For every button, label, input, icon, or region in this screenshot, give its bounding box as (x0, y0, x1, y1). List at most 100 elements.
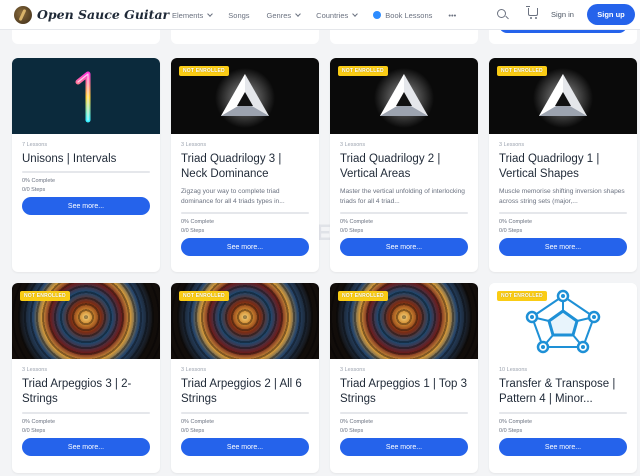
lesson-count: 10 Lessons (499, 367, 528, 373)
chevron-down-icon (352, 11, 359, 17)
progress-percent: 0% Complete (181, 419, 215, 425)
sign-up-button[interactable]: Sign up (587, 4, 635, 25)
course-thumbnail: NOT ENROLLED (489, 283, 637, 359)
lesson-count: 3 Lessons (181, 367, 207, 373)
progress-steps: 0/0 Steps (22, 428, 46, 434)
nav-elements-label: Elements (172, 10, 204, 20)
progress-percent: 0% Complete (499, 219, 533, 225)
course-thumbnail: NOT ENROLLED (330, 58, 478, 134)
chevron-down-icon (207, 11, 214, 17)
nav-elements[interactable]: Elements (172, 10, 214, 20)
course-thumbnail: NOT ENROLLED (489, 58, 637, 134)
previous-row-card (171, 30, 319, 44)
zoom-icon (373, 11, 382, 19)
progress-percent: 0% Complete (340, 419, 374, 425)
progress-percent: 0% Complete (22, 178, 56, 184)
nav-countries[interactable]: Countries (316, 10, 359, 20)
status-badge: NOT ENROLLED (179, 66, 229, 76)
neon-number-icon (75, 71, 91, 123)
nav-links: Elements Songs Genres Countries Book Les… (172, 0, 456, 30)
course-description: Master the vertical unfolding of interlo… (340, 188, 465, 205)
course-thumbnail: NOT ENROLLED (330, 283, 478, 359)
course-title[interactable]: Triad Arpeggios 1 | Top 3 Strings (340, 377, 468, 407)
course-title[interactable]: Unisons | Intervals (22, 152, 150, 166)
progress-percent: 0% Complete (340, 219, 374, 225)
progress-bar (22, 171, 150, 173)
course-card[interactable]: NOT ENROLLED 10 Lessons Transfer & Trans… (489, 283, 637, 473)
see-more-button[interactable]: See more... (340, 438, 468, 456)
course-description: Zigzag your way to complete triad domina… (181, 188, 285, 205)
course-card[interactable]: NOT ENROLLED 3 Lessons Triad Arpeggios 1… (330, 283, 478, 473)
see-more-button[interactable]: See more... (181, 438, 309, 456)
progress-steps: 0/0 Steps (340, 228, 364, 234)
lesson-count: 3 Lessons (499, 142, 525, 148)
progress-bar (499, 212, 627, 214)
progress-percent: 0% Complete (499, 419, 533, 425)
progress-bar (499, 412, 627, 414)
status-badge: NOT ENROLLED (338, 291, 388, 301)
chevron-down-icon (295, 11, 301, 17)
see-more-button[interactable]: See more... (499, 238, 627, 256)
nav-genres-label: Genres (266, 10, 292, 20)
course-description: Muscle memorise shifting inversion shape… (499, 188, 625, 205)
course-card[interactable]: NOT ENROLLED 3 Lessons Triad Quadrilogy … (171, 58, 319, 272)
progress-bar (340, 212, 468, 214)
nav-countries-label: Countries (316, 10, 349, 20)
see-more-button[interactable]: See more... (340, 238, 468, 256)
course-card[interactable]: NOT ENROLLED 3 Lessons Triad Quadrilogy … (489, 58, 637, 272)
course-card[interactable]: NOT ENROLLED 3 Lessons Triad Arpeggios 2… (171, 283, 319, 473)
search-icon[interactable] (497, 9, 506, 18)
previous-row-card (330, 30, 478, 44)
nav-genres[interactable]: Genres (267, 11, 301, 20)
see-more-button[interactable]: See more... (22, 197, 150, 215)
progress-bar (181, 212, 309, 214)
guitar-logo-icon (14, 5, 32, 24)
see-more-button[interactable]: See more... (22, 438, 150, 456)
brand-name: Open Sauce Guitar (37, 7, 170, 22)
course-thumbnail (12, 58, 160, 134)
course-title[interactable]: Triad Arpeggios 2 | All 6 Strings (181, 377, 309, 407)
nav-more-menu[interactable]: ••• (448, 11, 456, 20)
progress-bar (181, 412, 309, 414)
lesson-count: 3 Lessons (340, 367, 366, 373)
see-more-button[interactable]: See more... (499, 438, 627, 456)
progress-bar (22, 412, 150, 414)
course-thumbnail: NOT ENROLLED (171, 283, 319, 359)
course-card[interactable]: 7 Lessons Unisons | Intervals 0% Complet… (12, 58, 160, 272)
course-card[interactable]: NOT ENROLLED 3 Lessons Triad Quadrilogy … (330, 58, 478, 272)
course-thumbnail: NOT ENROLLED (12, 283, 160, 359)
brand-logo[interactable]: Open Sauce Guitar (14, 5, 170, 24)
course-title[interactable]: Triad Quadrilogy 1 | Vertical Shapes (499, 152, 627, 182)
lesson-count: 3 Lessons (181, 142, 207, 148)
progress-steps: 0/0 Steps (499, 428, 523, 434)
nav-book-lessons-label: Book Lessons (385, 10, 433, 20)
course-card[interactable]: NOT ENROLLED 3 Lessons Triad Arpeggios 3… (12, 283, 160, 473)
nav-songs-label: Songs (228, 10, 250, 20)
see-more-button[interactable]: See more... (181, 238, 309, 256)
status-badge: NOT ENROLLED (20, 291, 70, 301)
course-title[interactable]: Transfer & Transpose | Pattern 4 | Minor… (499, 377, 627, 407)
nav-book-lessons[interactable]: Book Lessons (373, 11, 432, 20)
course-thumbnail: NOT ENROLLED (171, 58, 319, 134)
progress-steps: 0/0 Steps (181, 428, 205, 434)
sign-in-link[interactable]: Sign in (551, 10, 574, 19)
status-badge: NOT ENROLLED (497, 66, 547, 76)
progress-steps: 0/0 Steps (181, 228, 205, 234)
progress-steps: 0/0 Steps (499, 228, 523, 234)
lesson-count: 3 Lessons (22, 367, 48, 373)
status-badge: NOT ENROLLED (497, 291, 547, 301)
progress-percent: 0% Complete (181, 219, 215, 225)
course-title[interactable]: Triad Quadrilogy 2 | Vertical Areas (340, 152, 468, 182)
progress-steps: 0/0 Steps (340, 428, 364, 434)
status-badge: NOT ENROLLED (338, 66, 388, 76)
progress-percent: 0% Complete (22, 419, 56, 425)
course-title[interactable]: Triad Arpeggios 3 | 2-Strings (22, 377, 150, 407)
progress-steps: 0/0 Steps (22, 187, 46, 193)
cart-icon[interactable] (526, 6, 538, 19)
top-navbar: Open Sauce Guitar Elements Songs Genres … (0, 0, 640, 30)
progress-bar (340, 412, 468, 414)
status-badge: NOT ENROLLED (179, 291, 229, 301)
course-title[interactable]: Triad Quadrilogy 3 | Neck Dominance (181, 152, 309, 182)
previous-row-card (12, 30, 160, 44)
nav-songs[interactable]: Songs (228, 11, 249, 20)
